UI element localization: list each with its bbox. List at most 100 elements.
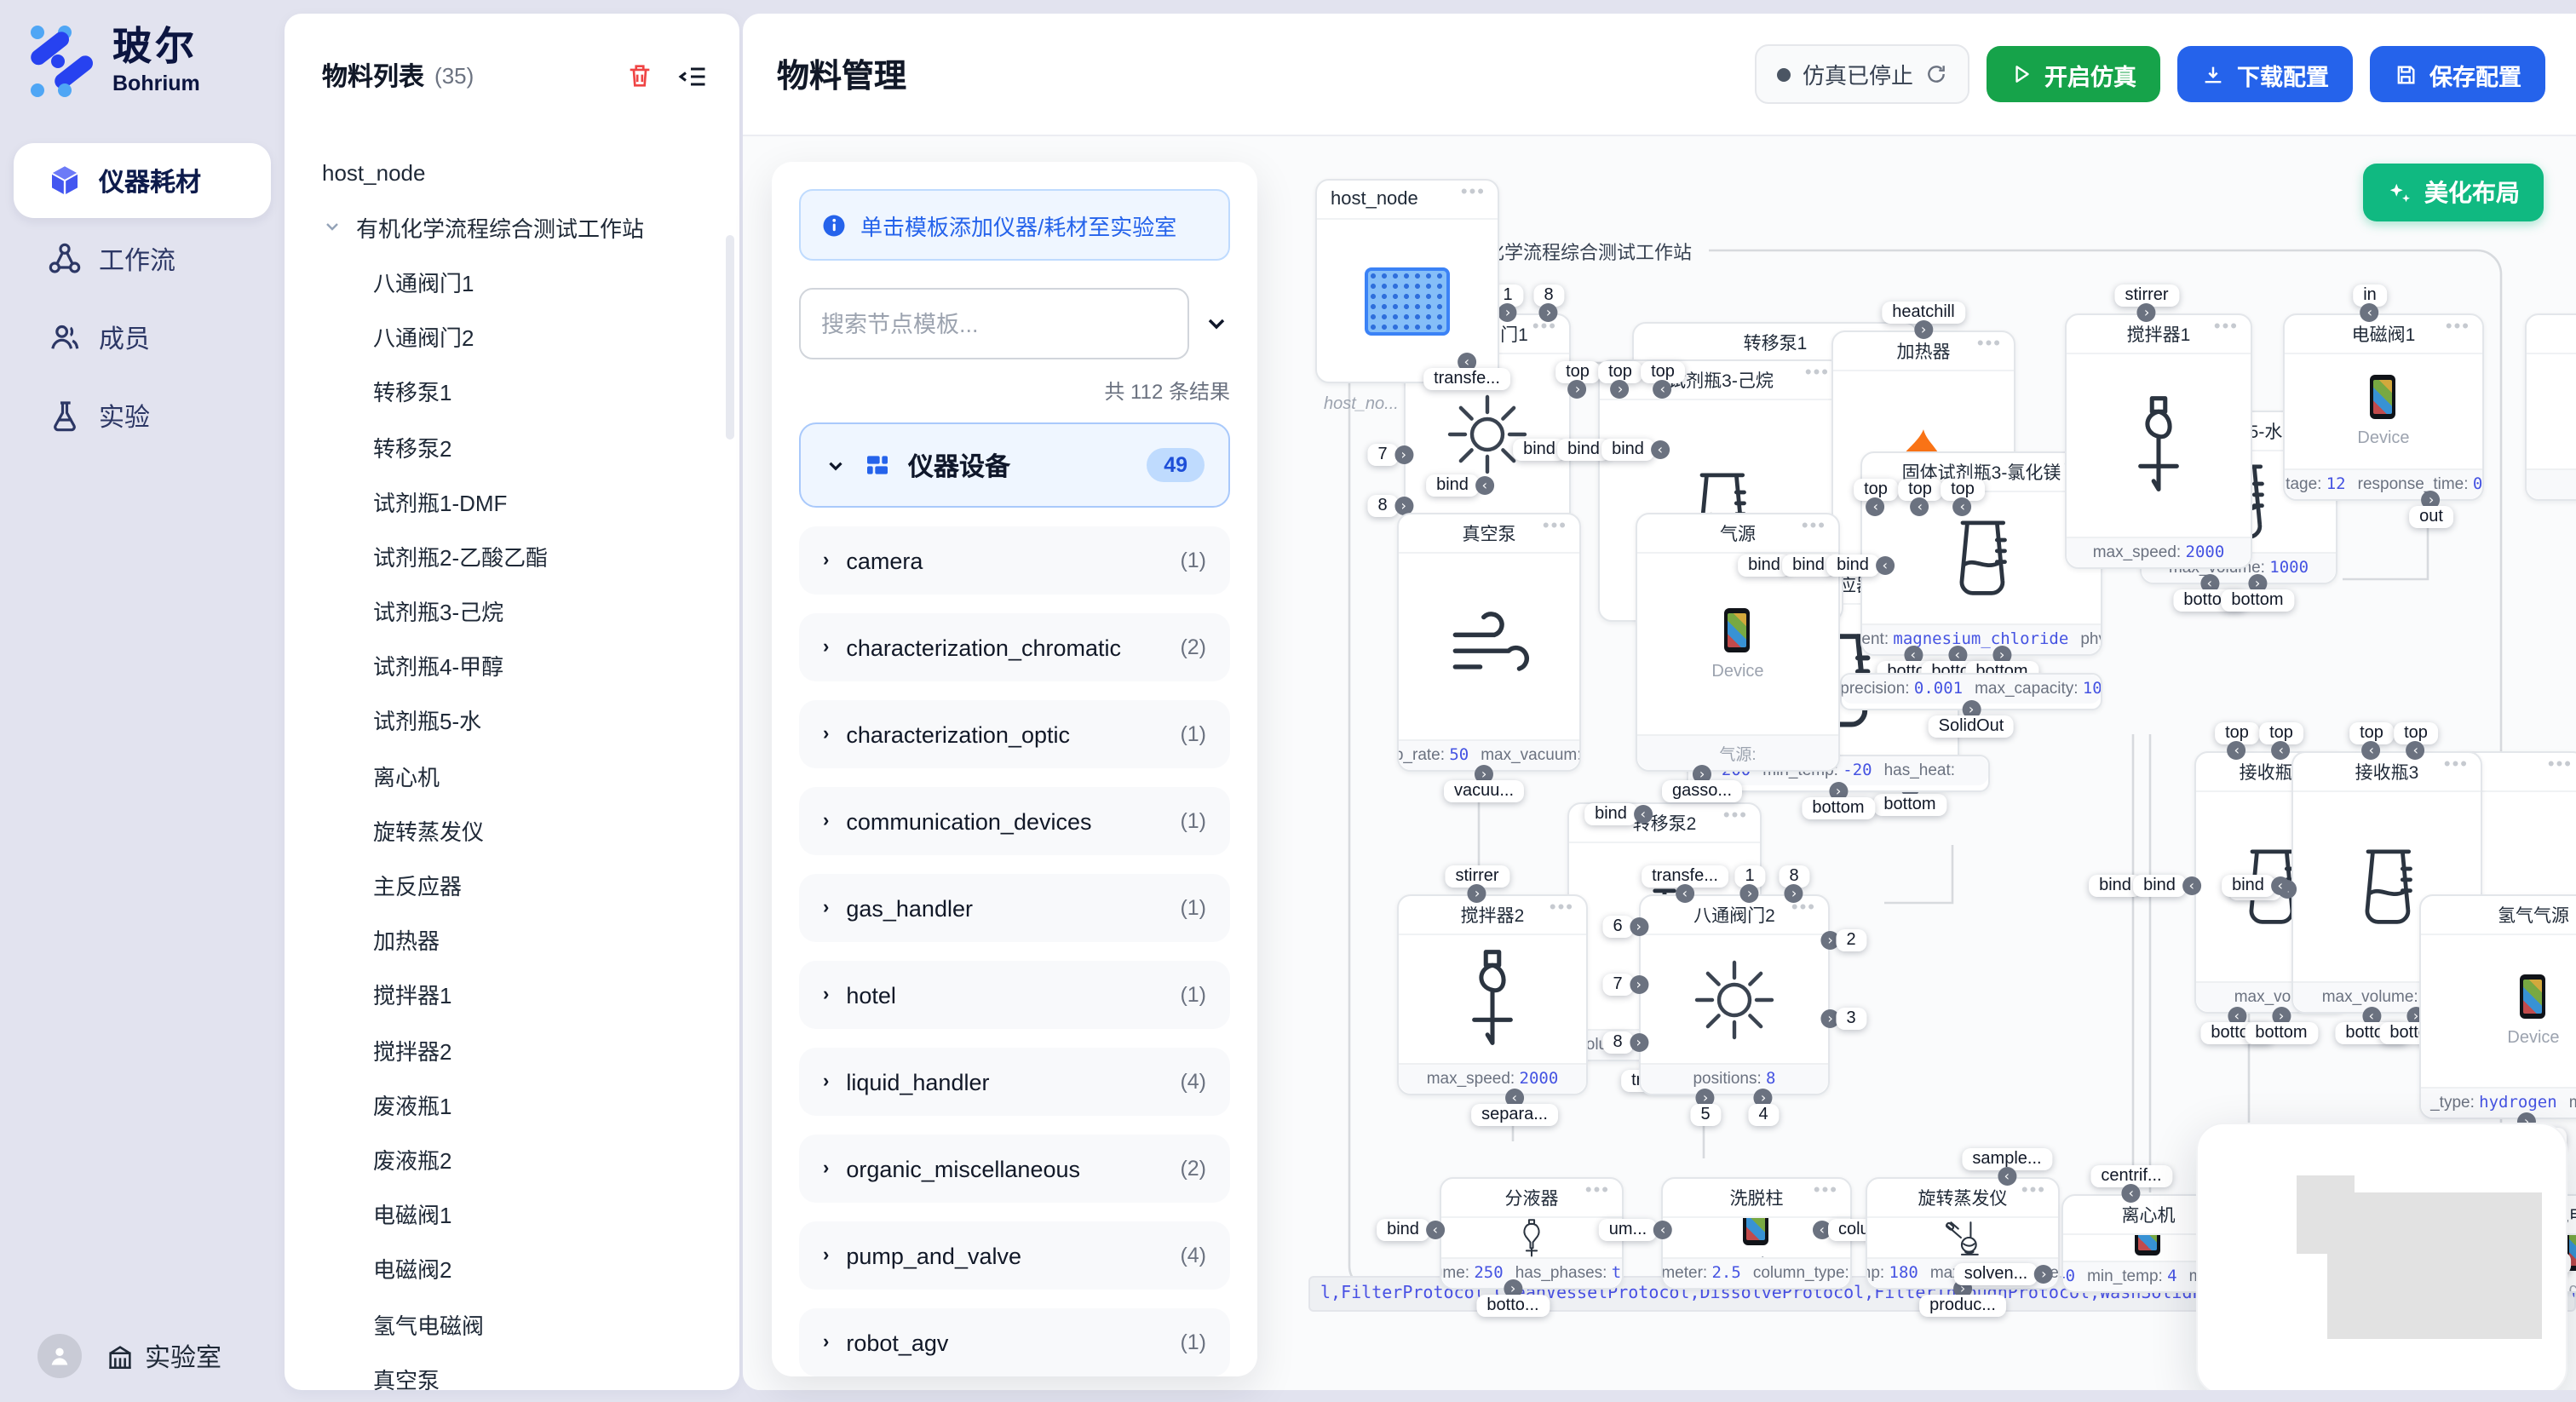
- port-in[interactable]: in‹: [2353, 284, 2387, 322]
- port-handle-icon[interactable]: ‹: [1676, 884, 1694, 903]
- node-menu-icon[interactable]: •••: [1814, 1181, 1838, 1201]
- port-handle-icon[interactable]: ›: [1539, 303, 1558, 322]
- port-4[interactable]: 4›: [1748, 1089, 1778, 1126]
- start-simulation-button[interactable]: 开启仿真: [1987, 46, 2160, 102]
- save-config-button[interactable]: 保存配置: [2370, 46, 2545, 102]
- port-handle-icon[interactable]: ‹: [1876, 556, 1895, 575]
- tree-item-group[interactable]: 有机化学流程综合测试工作站: [285, 199, 739, 254]
- port-handle-icon[interactable]: ‹: [1866, 497, 1885, 516]
- port-handle-icon[interactable]: ‹: [2272, 741, 2291, 760]
- material-item[interactable]: 离心机: [285, 748, 739, 802]
- port-handle-icon[interactable]: ›: [2034, 1265, 2053, 1284]
- node-menu-icon[interactable]: •••: [2214, 317, 2239, 337]
- port-stirrer[interactable]: stirrer›: [1445, 865, 1509, 903]
- port-heatchill[interactable]: heatchill›: [1882, 302, 1964, 339]
- template-item-liquid_handler[interactable]: ›liquid_handler(4): [799, 1048, 1230, 1116]
- port-8[interactable]: 8›: [1602, 1031, 1647, 1054]
- port-top[interactable]: top›: [1555, 361, 1600, 399]
- material-item[interactable]: 搅拌器1: [285, 968, 739, 1022]
- port-handle-icon[interactable]: ›: [1568, 380, 1587, 399]
- sim-status-pill[interactable]: 仿真已停止: [1755, 44, 1969, 104]
- material-item[interactable]: 电磁阀1: [285, 1187, 739, 1241]
- port-8[interactable]: 8›: [1779, 865, 1808, 903]
- node-vac[interactable]: 真空泵•••pump_rate: 50max_vacuum: 0.1vacuu.…: [1397, 513, 1581, 772]
- material-item[interactable]: 试剂瓶2-乙酸乙酯: [285, 529, 739, 583]
- port-1[interactable]: 1›: [1734, 865, 1764, 903]
- port-5[interactable]: 5›: [1690, 1089, 1720, 1126]
- port-7[interactable]: 7›: [1367, 444, 1412, 466]
- port-8[interactable]: 8›: [1533, 284, 1563, 322]
- material-item[interactable]: 电磁阀2: [285, 1242, 739, 1296]
- port-handle-icon[interactable]: ‹: [2228, 741, 2246, 760]
- material-item[interactable]: 旋转蒸发仪: [285, 803, 739, 858]
- node-menu-icon[interactable]: •••: [1543, 516, 1567, 537]
- port-stirrer[interactable]: stirrer›: [2114, 284, 2178, 322]
- template-item-camera[interactable]: ›camera(1): [799, 526, 1230, 595]
- material-item[interactable]: 试剂瓶4-甲醇: [285, 638, 739, 692]
- template-item-characterization_optic[interactable]: ›characterization_optic(1): [799, 700, 1230, 768]
- port-handle-icon[interactable]: ‹: [2271, 876, 2290, 895]
- port-handle-icon[interactable]: ‹: [1653, 1221, 1672, 1239]
- template-item-organic_miscellaneous[interactable]: ›organic_miscellaneous(2): [799, 1135, 1230, 1203]
- node-host[interactable]: host_node•••host_no...transfe...‹: [1315, 179, 1499, 383]
- port-handle-icon[interactable]: ‹: [1426, 1221, 1445, 1239]
- material-item[interactable]: 八通阀门2: [285, 309, 739, 364]
- port-handle-icon[interactable]: ›: [1468, 884, 1486, 903]
- material-item[interactable]: 试剂瓶1-DMF: [285, 474, 739, 528]
- port-handle-icon[interactable]: ‹: [1634, 805, 1653, 824]
- node-menu-icon[interactable]: •••: [1977, 334, 2002, 354]
- node-valve2[interactable]: 八通阀门2•••positions: 8transfe...‹1›8›6›7›8…: [1639, 894, 1830, 1095]
- node-menu-icon[interactable]: •••: [2444, 755, 2469, 775]
- port-top[interactable]: top‹: [2215, 722, 2259, 760]
- node-menu-icon[interactable]: •••: [1805, 363, 1830, 383]
- port-SolidOut[interactable]: SolidOut›: [1929, 700, 2015, 738]
- port-bind[interactable]: bind‹: [1601, 439, 1670, 461]
- port-top[interactable]: top‹: [1941, 479, 1985, 516]
- port-handle-icon[interactable]: ›: [1630, 975, 1648, 994]
- port-handle-icon[interactable]: ›: [1785, 884, 1803, 903]
- port-transfe[interactable]: transfe...‹: [1423, 353, 1510, 390]
- node-menu-icon[interactable]: •••: [1550, 898, 1574, 918]
- port-handle-icon[interactable]: ›: [1498, 303, 1517, 322]
- port-handle-icon[interactable]: ‹: [2406, 741, 2425, 760]
- material-item[interactable]: 废液瓶2: [285, 1132, 739, 1187]
- material-item[interactable]: 真空泵: [285, 1351, 739, 1390]
- node-menu-icon[interactable]: •••: [1802, 516, 1826, 537]
- collapse-panel-icon[interactable]: [678, 60, 709, 91]
- material-item[interactable]: 主反应器: [285, 858, 739, 912]
- port-6[interactable]: 6›: [1602, 916, 1647, 938]
- node-sv1[interactable]: 电磁阀1•••Devicevoltage: 12response_time: 0…: [2283, 313, 2484, 501]
- port-out[interactable]: out›: [2409, 491, 2453, 528]
- port-handle-icon[interactable]: ›: [2137, 303, 2156, 322]
- port-top[interactable]: top‹: [1641, 361, 1685, 399]
- port-handle-icon[interactable]: ‹: [1475, 476, 1494, 495]
- refresh-icon[interactable]: [1925, 63, 1947, 85]
- port-bind[interactable]: bind‹: [1826, 554, 1895, 577]
- port-handle-icon[interactable]: ‹: [2362, 741, 2381, 760]
- node-solid-strip[interactable]: precision: 0.001max_capacity: 10SolidOut…: [1840, 673, 2102, 710]
- template-item-communication_devices[interactable]: ›communication_devices(1): [799, 787, 1230, 855]
- port-bind[interactable]: bind‹: [1377, 1219, 1445, 1241]
- material-item[interactable]: 搅拌器2: [285, 1022, 739, 1077]
- search-input[interactable]: [799, 288, 1189, 359]
- port-handle-icon[interactable]: ›: [1630, 1033, 1648, 1052]
- material-item[interactable]: 试剂瓶3-己烷: [285, 583, 739, 638]
- material-item[interactable]: 氢气电磁阀: [285, 1296, 739, 1351]
- port-vacuu[interactable]: vacuu...›: [1444, 765, 1524, 802]
- port-3[interactable]: 3›: [1820, 1008, 1866, 1030]
- port-separa[interactable]: separa...‹: [1471, 1089, 1558, 1126]
- port-bottom[interactable]: bottom›: [1802, 782, 1874, 819]
- template-item-gas_handler[interactable]: ›gas_handler(1): [799, 874, 1230, 942]
- node-menu-icon[interactable]: •••: [1585, 1181, 1610, 1201]
- template-item-robot_agv[interactable]: ›robot_agv(1): [799, 1308, 1230, 1376]
- tree-item-root[interactable]: host_node: [285, 145, 739, 199]
- port-solven[interactable]: solven...›: [1954, 1263, 2054, 1285]
- template-item-hotel[interactable]: ›hotel(1): [799, 961, 1230, 1029]
- port-top[interactable]: top‹: [2349, 722, 2394, 760]
- minimap-card[interactable]: [2196, 1123, 2567, 1390]
- port-7[interactable]: 7›: [1602, 974, 1647, 996]
- port-centrif[interactable]: centrif...‹: [2090, 1165, 2171, 1203]
- user-avatar[interactable]: [37, 1334, 82, 1378]
- node-menu-icon[interactable]: •••: [2446, 317, 2470, 337]
- port-handle-icon[interactable]: ‹: [2122, 1184, 2141, 1203]
